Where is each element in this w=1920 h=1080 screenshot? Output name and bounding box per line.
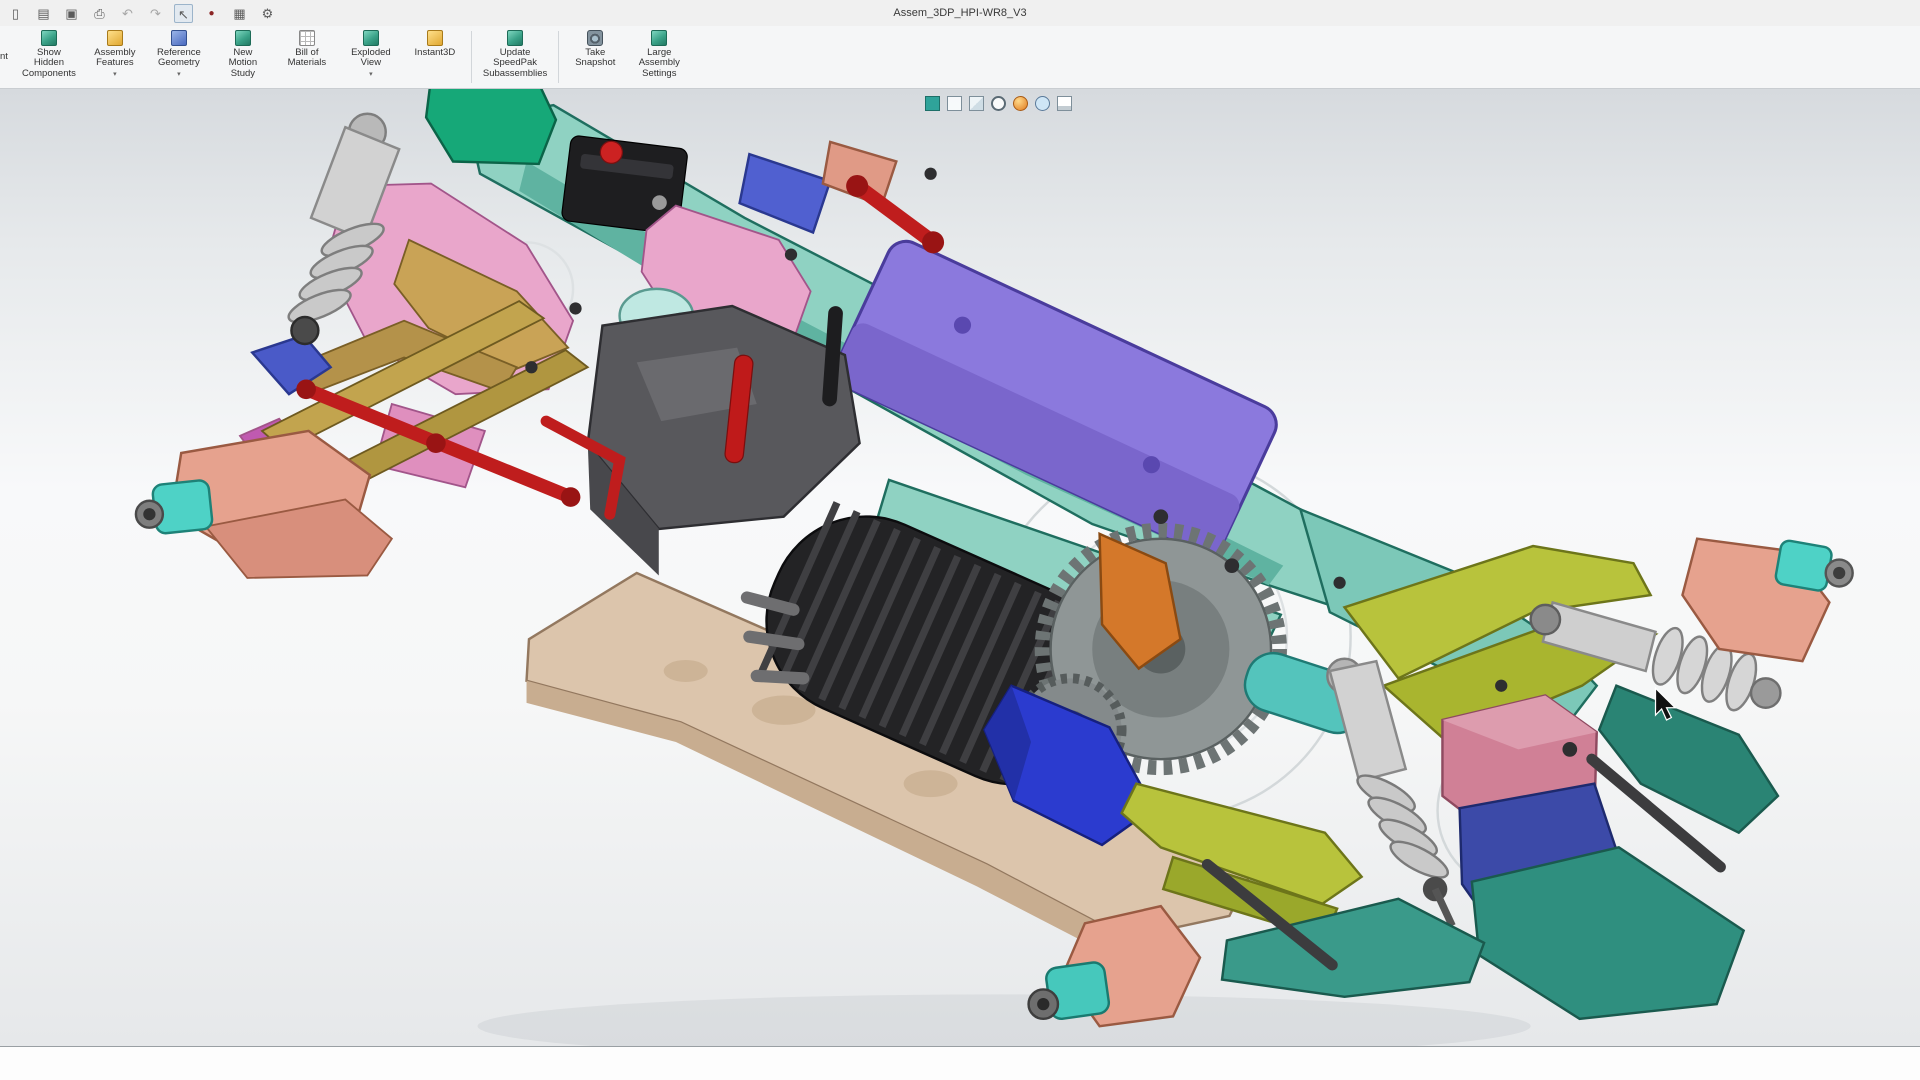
reference-geometry-icon [171, 30, 187, 46]
ribbon-button-bill-of-materials[interactable]: Bill of Materials [275, 26, 339, 88]
new-document-icon[interactable]: ▯ [6, 4, 25, 23]
ribbon-button-new-motion-study[interactable]: New Motion Study [211, 26, 275, 88]
grid-icon[interactable]: ▦ [230, 4, 249, 23]
ribbon-button-label: Instant3D [415, 48, 456, 58]
open-folder-icon[interactable]: ▤ [34, 4, 53, 23]
ribbon-button-label: Take Snapshot [575, 48, 615, 69]
ribbon-button-label: New Motion Study [229, 48, 258, 79]
exploded-view-icon [363, 30, 379, 46]
ribbon-clipped-label: nt [0, 52, 8, 62]
assembly-features-icon [107, 30, 123, 46]
title-bar: ▯ ▤ ▣ ⎙ ↶ ↷ ↖ ● ▦ ⚙ Assem_3DP_HPI-WR8_V3 [0, 0, 1920, 27]
settings-gear-icon[interactable]: ⚙ [258, 4, 277, 23]
ribbon-button-label: Update SpeedPak Subassemblies [483, 48, 547, 79]
record-icon[interactable]: ● [202, 4, 221, 23]
appearance-icon[interactable] [1013, 96, 1028, 111]
cad-model-canvas[interactable] [0, 88, 1920, 1047]
ribbon-button-clipped[interactable]: nt [0, 26, 15, 88]
part-knuckle-right[interactable] [1682, 539, 1852, 661]
chevron-down-icon[interactable]: ▾ [369, 70, 373, 78]
chevron-down-icon[interactable]: ▾ [177, 70, 181, 78]
ribbon-button-label: Assembly Features [94, 48, 135, 69]
scene-icon[interactable] [1035, 96, 1050, 111]
ribbon-button-take-snapshot[interactable]: Take Snapshot [563, 26, 627, 88]
toolbar-separator [471, 31, 472, 83]
status-bar [0, 1046, 1920, 1080]
viewport-3d[interactable] [0, 88, 1920, 1047]
redo-icon[interactable]: ↷ [146, 4, 165, 23]
instant3d-icon [427, 30, 443, 46]
ribbon-button-instant3d[interactable]: Instant3D [403, 26, 467, 88]
ribbon-button-update-speedpak-subassemblies[interactable]: Update SpeedPak Subassemblies [476, 26, 554, 88]
update-speedpak-icon [507, 30, 523, 46]
ribbon-button-assembly-features[interactable]: Assembly Features ▾ [83, 26, 147, 88]
view-orientation-icon[interactable] [947, 96, 962, 111]
window-title: Assem_3DP_HPI-WR8_V3 [893, 7, 1026, 19]
part-green-block[interactable] [426, 88, 556, 164]
model-shadow [478, 994, 1531, 1047]
bill-of-materials-icon [299, 30, 315, 46]
large-assembly-settings-icon [651, 30, 667, 46]
print-icon[interactable]: ⎙ [90, 4, 109, 23]
ribbon-button-reference-geometry[interactable]: Reference Geometry ▾ [147, 26, 211, 88]
chevron-down-icon[interactable]: ▾ [113, 70, 117, 78]
select-arrow-icon[interactable]: ↖ [174, 4, 193, 23]
show-hidden-components-icon [41, 30, 57, 46]
undo-icon[interactable]: ↶ [118, 4, 137, 23]
save-icon[interactable]: ▣ [62, 4, 81, 23]
ribbon-toolbar: nt Show Hidden Components Assembly Featu… [0, 26, 1920, 89]
ribbon-button-exploded-view[interactable]: Exploded View ▾ [339, 26, 403, 88]
ribbon-button-large-assembly-settings[interactable]: Large Assembly Settings [627, 26, 691, 88]
toolbar-separator [558, 31, 559, 83]
ribbon-button-label: Reference Geometry [157, 48, 201, 69]
quick-access-toolbar: ▯ ▤ ▣ ⎙ ↶ ↷ ↖ ● ▦ ⚙ [0, 4, 277, 23]
zoom-fit-icon[interactable] [969, 96, 984, 111]
take-snapshot-icon [587, 30, 603, 46]
new-motion-study-icon [235, 30, 251, 46]
display-style-icon[interactable] [991, 96, 1006, 111]
view-settings-icon[interactable] [1057, 96, 1072, 111]
part-knuckle-left[interactable] [136, 431, 392, 578]
section-view-icon[interactable] [925, 96, 940, 111]
ribbon-button-show-hidden-components[interactable]: Show Hidden Components [15, 26, 83, 88]
ribbon-button-label: Exploded View [351, 48, 391, 69]
heads-up-view-toolbar [925, 96, 1072, 111]
ribbon-button-label: Show Hidden Components [22, 48, 76, 79]
ribbon-button-label: Bill of Materials [288, 48, 327, 69]
ribbon-button-label: Large Assembly Settings [639, 48, 680, 79]
